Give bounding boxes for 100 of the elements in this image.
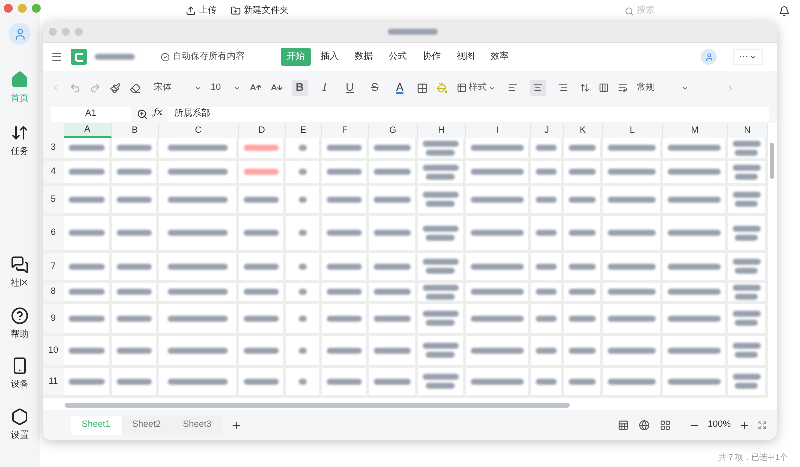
nav-item[interactable]: 社区 xyxy=(11,256,29,290)
column-header[interactable]: A xyxy=(64,123,112,138)
sheet-tab[interactable]: Sheet3 xyxy=(172,416,223,434)
row-header[interactable]: 11 xyxy=(43,368,64,395)
bell-icon[interactable] xyxy=(779,6,790,16)
user-avatar[interactable] xyxy=(701,49,717,65)
menu-tab[interactable]: 效率 xyxy=(485,48,515,66)
add-sheet-icon[interactable] xyxy=(230,420,242,430)
blurred-text xyxy=(116,145,152,151)
blurred-text xyxy=(668,264,720,270)
header-action[interactable]: 上传 xyxy=(186,4,217,18)
vertical-scrollbar[interactable] xyxy=(770,143,774,179)
menu-tab[interactable]: 视图 xyxy=(451,48,481,66)
column-header[interactable]: F xyxy=(322,123,369,138)
menu-icon[interactable] xyxy=(51,51,63,63)
font-dropdown[interactable]: 宋体 xyxy=(154,81,202,95)
blurred-text xyxy=(326,316,362,322)
format-button[interactable]: B xyxy=(292,80,308,96)
eraser-icon[interactable] xyxy=(130,82,141,94)
blurred-text xyxy=(568,289,596,295)
globe-icon[interactable] xyxy=(638,420,650,430)
nav-item[interactable]: 设置 xyxy=(11,408,29,442)
row-header[interactable]: 4 xyxy=(43,161,64,183)
blurred-text xyxy=(668,230,720,236)
blurred-text xyxy=(536,348,556,354)
row-header[interactable]: 9 xyxy=(43,304,64,333)
blurred-text xyxy=(568,169,596,175)
align-center-button[interactable] xyxy=(530,80,546,96)
align-right-icon xyxy=(558,83,568,93)
menu-tab[interactable]: 插入 xyxy=(315,48,345,66)
blurred-text xyxy=(298,169,306,175)
row-header[interactable]: 10 xyxy=(43,336,64,365)
format-button[interactable]: S xyxy=(367,80,383,96)
blurred-text xyxy=(732,226,760,240)
column-header[interactable]: I xyxy=(466,123,531,138)
merge-cells-icon[interactable] xyxy=(599,83,609,93)
row-header[interactable]: 3 xyxy=(43,138,64,158)
blurred-text xyxy=(168,169,228,175)
column-header[interactable]: L xyxy=(603,123,663,138)
column-header[interactable]: K xyxy=(564,123,603,138)
fill-color-icon[interactable] xyxy=(437,82,448,94)
horizontal-scrollbar[interactable] xyxy=(65,402,570,408)
blurred-text xyxy=(668,196,720,202)
status-text: 共 7 项，已选中1个 xyxy=(718,452,788,464)
blurred-text xyxy=(732,311,760,326)
format-button[interactable]: A xyxy=(392,80,408,96)
format-button[interactable]: I xyxy=(317,80,333,96)
blurred-text xyxy=(374,264,410,270)
column-header[interactable]: D xyxy=(239,123,286,138)
row-header[interactable]: 8 xyxy=(43,283,64,301)
borders-icon[interactable] xyxy=(417,82,428,94)
column-header[interactable]: B xyxy=(112,123,159,138)
row-header[interactable]: 5 xyxy=(43,186,64,213)
more-button[interactable]: ··· xyxy=(733,49,763,65)
format-button[interactable]: U xyxy=(342,80,358,96)
column-header[interactable]: N xyxy=(728,123,768,138)
blurred-text xyxy=(326,145,362,151)
blurred-text xyxy=(168,196,228,202)
menu-tab[interactable]: 公式 xyxy=(383,48,413,66)
column-header[interactable]: H xyxy=(418,123,466,138)
fullscreen-icon[interactable] xyxy=(758,420,767,430)
layout-icon[interactable] xyxy=(660,420,671,430)
column-header[interactable]: E xyxy=(286,123,322,138)
column-header[interactable]: M xyxy=(663,123,728,138)
device-icon xyxy=(11,357,29,375)
blurred-text xyxy=(298,145,306,151)
avatar-icon[interactable] xyxy=(9,23,31,45)
row-header[interactable]: 7 xyxy=(43,253,64,280)
vertical-align-icon[interactable] xyxy=(580,83,590,93)
menu-tab[interactable]: 数据 xyxy=(349,48,379,66)
blurred-text xyxy=(244,145,278,151)
settings-icon xyxy=(11,408,29,426)
search-icon[interactable] xyxy=(137,108,148,120)
blurred-text xyxy=(732,259,760,274)
size-dropdown[interactable]: 10 xyxy=(211,81,241,95)
nav-item[interactable]: 设备 xyxy=(11,357,29,392)
wrap-text-icon[interactable] xyxy=(618,83,628,93)
number-format-dropdown[interactable]: 常规 xyxy=(637,81,689,95)
row-header[interactable]: 6 xyxy=(43,216,64,250)
nav-item[interactable]: 帮助 xyxy=(11,306,29,341)
blurred-text xyxy=(668,378,720,384)
sheet-tab[interactable]: Sheet2 xyxy=(122,416,172,434)
close-icon[interactable] xyxy=(4,4,13,13)
header-action[interactable]: 新建文件夹 xyxy=(231,4,289,18)
blurred-text xyxy=(244,230,278,236)
blurred-text xyxy=(470,264,524,270)
formula-field[interactable]: 所属系部 xyxy=(168,106,769,122)
sheet-status-icon[interactable] xyxy=(618,420,629,430)
function-icon[interactable]: ƒx xyxy=(154,107,162,121)
column-header[interactable]: C xyxy=(159,123,239,138)
format-painter-icon[interactable] xyxy=(110,82,121,94)
blurred-text xyxy=(374,230,410,236)
nav-item[interactable]: 任务 xyxy=(11,124,29,158)
menu-tab[interactable]: 协作 xyxy=(417,48,447,66)
column-header[interactable]: J xyxy=(531,123,564,138)
zoom-in-icon[interactable] xyxy=(739,420,750,430)
column-header[interactable]: G xyxy=(369,123,418,138)
blurred-text xyxy=(374,145,410,151)
cell-reference-field[interactable]: A1 xyxy=(51,106,131,122)
style-button[interactable]: 样式 xyxy=(457,81,496,95)
